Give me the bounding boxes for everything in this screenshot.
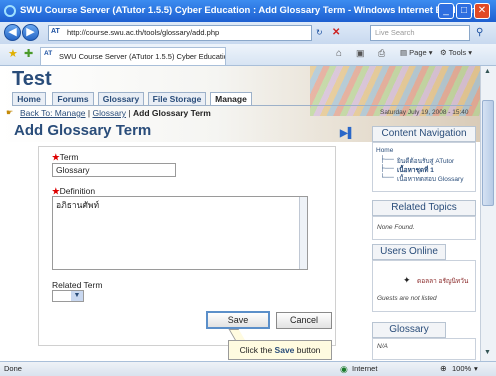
tab-glossary[interactable]: Glossary (98, 92, 144, 106)
tools-menu-label: Tools (448, 48, 467, 57)
tree-branch: ├── (380, 165, 394, 172)
site-title: Test (12, 68, 52, 90)
nav-item[interactable]: เนื้อหาทดสอบ Glossary (397, 174, 463, 184)
tab-atutor-icon: AT (44, 50, 53, 57)
user-icon: ✦ (403, 275, 411, 285)
term-input[interactable]: Glossary (52, 163, 176, 177)
tab-divider (12, 105, 472, 106)
zone-label: Internet (352, 364, 378, 373)
scroll-down-icon[interactable]: ▼ (484, 349, 491, 356)
browser-tab[interactable]: SWU Course Server (ATutor 1.5.5) Cyber E… (40, 47, 226, 65)
breadcrumb: Back To: Manage | Glossary | Add Glossar… (20, 108, 211, 118)
close-button[interactable]: ✕ (474, 3, 490, 19)
users-online-box: ✦ ดอลลา อรัญนิทวัน Guests are not listed (372, 260, 476, 312)
definition-textarea[interactable]: อภิธานศัพท์ (52, 196, 308, 270)
back-hand-icon: ☛ (6, 108, 14, 117)
add-favorite-icon[interactable]: ✚ (24, 47, 33, 60)
zoom-icon: ⊕ (440, 364, 447, 373)
refresh-icon[interactable]: ↻ (316, 28, 323, 37)
back-arrow-icon[interactable]: ◀ (4, 24, 21, 41)
tree-branch: ├── (380, 156, 394, 163)
breadcrumb-sep: | (87, 108, 91, 118)
address-bar[interactable]: http://course.swu.ac.th/tools/glossary/a… (48, 25, 312, 41)
cancel-button[interactable]: Cancel (276, 312, 332, 329)
favorites-star-icon[interactable]: ★ (8, 47, 18, 60)
zoom-level[interactable]: 100% (452, 362, 471, 376)
content-navigation-title: Content Navigation (372, 126, 476, 142)
definition-scrollbar[interactable] (299, 197, 307, 269)
callout-prefix: Click the (239, 345, 275, 355)
glossary-box: N/A (372, 338, 476, 360)
internet-zone-icon: ◉ (340, 364, 348, 374)
tab-home[interactable]: Home (12, 92, 46, 106)
page-content: Test Home Forums Glossary File Storage M… (0, 66, 480, 361)
breadcrumb-sep: | (128, 108, 131, 118)
search-icon[interactable]: ⚲ (476, 27, 483, 38)
nav-home-link[interactable]: Home (376, 147, 393, 154)
atutor-page-icon: AT (51, 28, 60, 35)
address-url: http://course.swu.ac.th/tools/glossary/a… (67, 28, 220, 37)
guests-note: Guests are not listed (377, 295, 437, 302)
related-topics-text: None Found. (377, 224, 415, 231)
tab-manage[interactable]: Manage (210, 92, 252, 106)
print-icon[interactable]: ⎙ (378, 48, 385, 59)
definition-label-text: Definition (59, 186, 96, 196)
related-topics-title: Related Topics (372, 200, 476, 216)
users-online-title: Users Online (372, 244, 446, 260)
minimize-button[interactable]: _ (438, 3, 454, 19)
breadcrumb-back-manage[interactable]: Back To: Manage (20, 108, 86, 118)
maximize-button[interactable]: □ (456, 3, 472, 19)
content-navigation-box: Home ├── ยินดีต้อนรับสู่ ATutor ├── เนื้… (372, 142, 476, 192)
forward-arrow-icon[interactable]: ▶ (22, 24, 39, 41)
collapse-sidebar-icon[interactable]: ▶▌ (340, 128, 355, 139)
tab-file-storage[interactable]: File Storage (148, 92, 206, 106)
search-input[interactable]: Live Search (370, 25, 470, 41)
glossary-title: Glossary (372, 322, 446, 338)
window-title: SWU Course Server (ATutor 1.5.5) Cyber E… (20, 5, 475, 16)
term-label-text: Term (59, 152, 79, 162)
glossary-text: N/A (377, 343, 388, 350)
page-menu-label: Page (409, 48, 427, 57)
ie-logo-icon (4, 5, 16, 17)
tab-label: SWU Course Server (ATutor 1.5.5) Cyber E… (59, 52, 226, 61)
search-placeholder: Live Search (375, 28, 415, 37)
required-star-icon: ★ (52, 152, 60, 162)
breadcrumb-glossary[interactable]: Glossary (93, 108, 127, 118)
zoom-dropdown-icon[interactable]: ▾ (474, 362, 478, 376)
online-user[interactable]: ดอลลา อรัญนิทวัน (417, 276, 468, 286)
date-display: Saturday July 19, 2008 - 15:40 (380, 109, 469, 116)
scrollbar-thumb[interactable] (482, 100, 494, 206)
feeds-icon[interactable]: ▣ (356, 48, 365, 59)
save-button[interactable]: Save (206, 311, 270, 329)
tools-menu[interactable]: ⚙ Tools ▾ (440, 48, 472, 57)
status-bar: Done ◉ Internet ⊕ 100% ▾ (0, 361, 496, 376)
related-topics-box: None Found. (372, 216, 476, 240)
required-star-icon: ★ (52, 186, 60, 196)
term-label: ★Term (52, 152, 79, 163)
status-text: Done (4, 364, 22, 373)
stop-icon[interactable]: ✕ (332, 27, 340, 38)
window-title-bar: SWU Course Server (ATutor 1.5.5) Cyber E… (0, 0, 496, 22)
page-title: Add Glossary Term (14, 122, 152, 139)
home-icon[interactable]: ⌂ (336, 48, 342, 59)
tab-forums[interactable]: Forums (52, 92, 94, 106)
chevron-down-icon[interactable]: ▼ (71, 291, 83, 301)
scroll-up-icon[interactable]: ▲ (484, 68, 491, 75)
breadcrumb-current: Add Glossary Term (133, 108, 211, 118)
save-callout: Click the Save button (228, 340, 332, 360)
related-term-label: Related Term (52, 280, 103, 290)
callout-suffix: button (294, 345, 321, 355)
page-menu[interactable]: ▤ Page ▾ (400, 48, 433, 57)
tree-branch: └── (380, 174, 394, 181)
callout-bold: Save (274, 345, 295, 355)
